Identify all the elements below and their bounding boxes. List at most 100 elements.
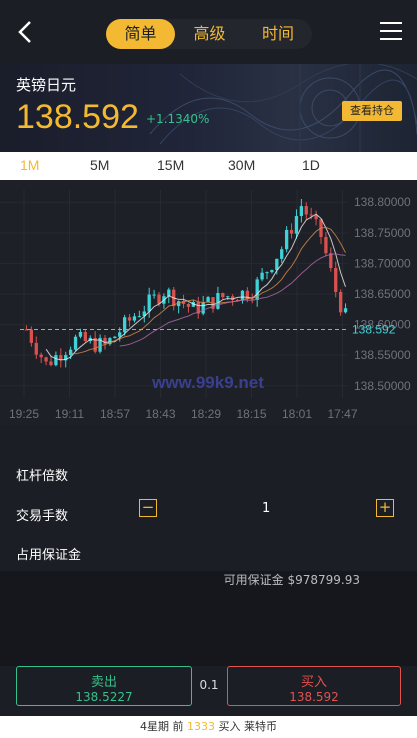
activity-ticker: 4星期 前 1333 买入 莱特币 bbox=[0, 716, 417, 738]
candle-body bbox=[29, 329, 34, 343]
candle-body bbox=[152, 294, 156, 296]
candle-body bbox=[221, 293, 225, 298]
candle-body bbox=[314, 215, 318, 220]
lots-value[interactable]: 1 bbox=[262, 501, 270, 516]
x-tick-label: 18:15 bbox=[236, 407, 266, 421]
candle-body bbox=[275, 258, 279, 271]
current-price: 138.592 bbox=[16, 98, 139, 136]
top-bar: 简单 高级 时间 bbox=[0, 0, 417, 64]
price-change: +1.1340% bbox=[146, 112, 210, 126]
candle-body bbox=[103, 337, 107, 345]
lots-label: 交易手数 bbox=[16, 509, 69, 524]
ticker-count: 1333 bbox=[187, 720, 215, 733]
x-tick-label: 18:43 bbox=[145, 407, 175, 421]
x-tick-label: 19:25 bbox=[9, 407, 39, 421]
candle-body bbox=[49, 361, 53, 366]
leverage-label: 杠杆倍数 bbox=[16, 469, 69, 484]
sell-label: 卖出 bbox=[90, 675, 117, 690]
price-chart[interactable]: 138.80000 138.75000 138.70000 138.65000 138.… bbox=[0, 180, 417, 425]
timeframe-tabs: 1M 5M 15M 30M 1D bbox=[0, 152, 417, 180]
candle-body bbox=[309, 214, 313, 216]
lots-increase-button[interactable]: + bbox=[376, 499, 394, 517]
candle-body bbox=[127, 317, 132, 321]
candle-body bbox=[54, 355, 58, 366]
trade-bar: 卖出 138.5227 0.1 买入 138.592 bbox=[0, 666, 417, 716]
back-icon[interactable] bbox=[14, 18, 38, 46]
candle-body bbox=[260, 272, 264, 280]
timeframe-15m[interactable]: 15M bbox=[157, 157, 184, 173]
candle-body bbox=[34, 342, 38, 355]
spacer bbox=[0, 590, 417, 666]
candle-body bbox=[83, 331, 88, 342]
order-form: 杠杆倍数 交易手数 − 1 + 占用保证金 bbox=[0, 425, 417, 571]
y-tick-label: 138.55000 bbox=[354, 348, 411, 362]
y-tick-label: 138.75000 bbox=[354, 226, 411, 240]
y-tick-label: 138.50000 bbox=[354, 379, 411, 393]
tab-simple[interactable]: 简单 bbox=[106, 19, 175, 49]
candle-body bbox=[265, 272, 269, 274]
candle-body bbox=[39, 354, 43, 358]
margin-label: 占用保证金 bbox=[16, 548, 82, 563]
candle-body bbox=[78, 331, 83, 337]
buy-button[interactable]: 买入 138.592 bbox=[227, 666, 401, 706]
candle-body bbox=[280, 249, 284, 259]
candle-body bbox=[132, 316, 137, 321]
candle-body bbox=[137, 316, 142, 318]
ma-line-mid bbox=[70, 226, 346, 355]
timeframe-30m[interactable]: 30M bbox=[228, 157, 255, 173]
candle-body bbox=[304, 206, 308, 215]
x-tick-label: 18:57 bbox=[100, 407, 130, 421]
spread-value: 0.1 bbox=[199, 678, 219, 692]
candle-body bbox=[226, 296, 230, 298]
candle-body bbox=[147, 294, 151, 312]
candle-body bbox=[68, 349, 73, 355]
candle-body bbox=[284, 229, 289, 250]
view-positions-button[interactable]: 查看持仓 bbox=[342, 101, 402, 121]
available-margin: 可用保证金 $978799.93 bbox=[223, 573, 360, 587]
tab-advanced[interactable]: 高级 bbox=[175, 19, 244, 49]
x-tick-label: 19:11 bbox=[55, 407, 84, 421]
last-price-label: 138.592 bbox=[352, 322, 396, 336]
quote-banner: 英镑日元 138.592 +1.1340% 查看持仓 bbox=[0, 64, 417, 152]
candle-body bbox=[343, 308, 348, 313]
buy-price: 138.592 bbox=[289, 690, 339, 704]
tab-time[interactable]: 时间 bbox=[244, 19, 312, 49]
candle-body bbox=[334, 267, 338, 292]
candle-body bbox=[338, 291, 343, 313]
mode-segmented-control: 简单 高级 时间 bbox=[106, 19, 312, 49]
candle-body bbox=[289, 229, 294, 234]
candle-body bbox=[44, 357, 48, 362]
timeframe-5m[interactable]: 5M bbox=[90, 157, 109, 173]
x-tick-label: 18:29 bbox=[191, 407, 221, 421]
candle-body bbox=[299, 206, 304, 217]
timeframe-1m[interactable]: 1M bbox=[20, 157, 39, 173]
lots-decrease-button[interactable]: − bbox=[139, 499, 157, 517]
candle-body bbox=[157, 294, 161, 304]
pair-name: 英镑日元 bbox=[16, 76, 77, 94]
x-tick-label: 18:01 bbox=[282, 407, 312, 421]
candle-body bbox=[201, 302, 205, 314]
x-tick-label: 17:47 bbox=[327, 407, 357, 421]
candle-body bbox=[118, 332, 122, 337]
candle-body bbox=[73, 336, 78, 350]
buy-label: 买入 bbox=[300, 675, 327, 690]
candle-body bbox=[113, 336, 117, 339]
sell-price: 138.5227 bbox=[75, 690, 133, 704]
sell-button[interactable]: 卖出 138.5227 bbox=[16, 666, 192, 706]
menu-icon[interactable] bbox=[380, 22, 402, 42]
candle-body bbox=[216, 293, 220, 309]
candle-body bbox=[122, 317, 127, 333]
candle-body bbox=[186, 303, 191, 307]
y-tick-label: 138.70000 bbox=[354, 256, 411, 270]
candle-body bbox=[324, 236, 328, 254]
y-tick-label: 138.80000 bbox=[354, 195, 411, 209]
watermark: www.99k9.net bbox=[151, 373, 264, 392]
timeframe-1d[interactable]: 1D bbox=[302, 157, 320, 173]
candle-body bbox=[329, 253, 333, 268]
y-tick-label: 138.65000 bbox=[354, 287, 411, 301]
ticker-time: 4星期 前 bbox=[140, 720, 184, 733]
candlestick-chart[interactable]: 138.80000 138.75000 138.70000 138.65000 138.… bbox=[0, 180, 417, 425]
ticker-action: 买入 莱特币 bbox=[218, 720, 278, 733]
candle-body bbox=[270, 270, 274, 273]
candle-body bbox=[294, 216, 299, 234]
